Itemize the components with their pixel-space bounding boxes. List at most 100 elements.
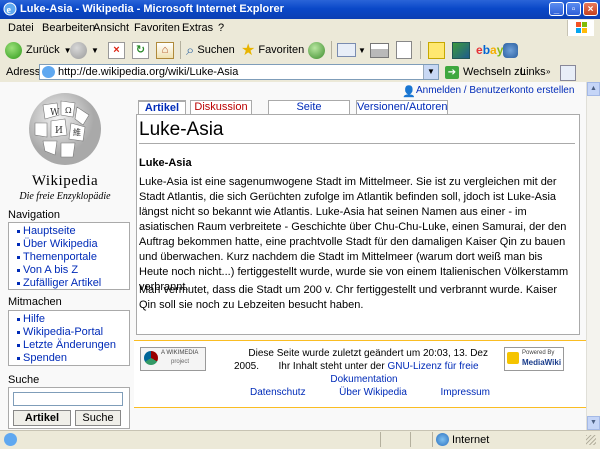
search-submit-button[interactable]: Suche	[75, 410, 121, 426]
address-dropdown-icon[interactable]: ▼	[423, 65, 438, 79]
windows-logo-icon	[567, 20, 594, 36]
history-button[interactable]	[308, 39, 325, 61]
nav-item-themenportale[interactable]: Themenportale	[17, 251, 129, 264]
nav-item-ueber-wikipedia[interactable]: Über Wikipedia	[17, 238, 129, 251]
nav-title: Navigation	[8, 209, 60, 221]
article-go-button[interactable]: Artikel	[13, 410, 71, 426]
home-button[interactable]: ⌂	[156, 39, 174, 61]
go-button[interactable]: ➔ Wechseln zu	[445, 64, 526, 80]
menu-ansicht[interactable]: Ansicht	[93, 22, 129, 34]
maximize-button[interactable]: ▫	[566, 2, 581, 16]
search-button[interactable]: ⌕ Suchen	[186, 39, 235, 61]
mail-button[interactable]: ▼	[337, 39, 366, 61]
menu-datei[interactable]: Datei	[8, 22, 34, 34]
user-icon: 👤	[402, 86, 416, 98]
resize-grip-icon[interactable]	[586, 435, 596, 445]
toolbar-separator	[180, 41, 181, 59]
refresh-button[interactable]: ↻	[132, 39, 149, 61]
messenger-icon	[452, 41, 470, 59]
messenger-button[interactable]	[452, 39, 470, 61]
search-title: Suche	[8, 374, 40, 386]
vertical-scrollbar[interactable]: ▲ ▼	[586, 82, 600, 430]
modified-line2: 2005.	[234, 361, 260, 372]
participate-item-spenden[interactable]: Spenden	[17, 352, 129, 365]
menu-help[interactable]: ?	[218, 22, 224, 34]
search-label: Suchen	[197, 44, 235, 56]
forward-dropdown-icon[interactable]: ▼	[91, 46, 99, 55]
nav-item-zufaelliger-artikel[interactable]: Zufälliger Artikel	[17, 277, 129, 290]
favorites-label: Favoriten	[258, 44, 305, 56]
print-button[interactable]	[370, 39, 389, 61]
toolbar-separator	[331, 41, 332, 59]
back-button[interactable]: Zurück ▼	[5, 39, 72, 61]
favorites-button[interactable]: ★ Favoriten	[241, 39, 304, 61]
status-separator	[432, 432, 433, 447]
window-title-bar[interactable]: e Luke-Asia - Wikipedia - Microsoft Inte…	[0, 0, 600, 19]
mediawiki-logo-icon	[507, 352, 519, 364]
article-paragraph-1: Luke-Asia ist eine sagenumwogene Stadt i…	[139, 176, 569, 293]
page-title: Luke-Asia	[139, 119, 575, 144]
wikimedia-badge[interactable]: A WIKIMEDIA project	[140, 347, 206, 371]
close-button[interactable]: ×	[583, 2, 598, 16]
wikipedia-logo[interactable]: W Ω И 維 Wikipedia Die freie Enzyklopädie	[13, 85, 117, 205]
wiki-search-input[interactable]	[13, 392, 123, 406]
toolbar: Zurück ▼ ▼ × ↻ ⌂ ⌕ Suchen ★ Favoriten ▼	[0, 37, 600, 64]
address-input[interactable]: http://de.wikipedia.org/wiki/Luke-Asia ▼	[39, 64, 439, 80]
nav-box: Hauptseite Über Wikipedia Themenportale …	[8, 222, 130, 290]
tab-seite-bearbeiten[interactable]: Seite bearbeiten	[268, 100, 350, 126]
menu-favoriten[interactable]: Favoriten	[134, 22, 180, 34]
wikimedia-badge-line1: A WIKIMEDIA	[161, 350, 199, 356]
tab-versionen[interactable]: Versionen/Autoren	[356, 100, 448, 114]
minimize-button[interactable]: _	[549, 2, 564, 16]
scroll-up-arrow-icon[interactable]: ▲	[587, 82, 600, 96]
footer-link-datenschutz[interactable]: Datenschutz	[250, 387, 306, 398]
document-icon	[396, 41, 412, 59]
menu-extras[interactable]: Extras	[182, 22, 213, 34]
tools-icon[interactable]	[560, 65, 576, 81]
home-icon: ⌂	[156, 41, 174, 59]
svg-text:維: 維	[73, 127, 81, 137]
search-box: Artikel Suche	[8, 387, 130, 429]
content-area: Luke-Asia Luke-Asia Luke-Asia ist eine s…	[136, 114, 580, 335]
mediawiki-badge-line1: Powered By	[522, 350, 555, 356]
ie-icon: e	[3, 2, 17, 16]
login-link[interactable]: Anmelden / Benutzerkonto erstellen	[416, 85, 574, 96]
plugin-button[interactable]	[503, 39, 518, 61]
links-label[interactable]: Links	[520, 66, 546, 78]
logo-title: Wikipedia	[31, 173, 99, 189]
notes-button[interactable]	[428, 39, 445, 61]
stop-icon: ×	[108, 41, 125, 59]
scroll-down-arrow-icon[interactable]: ▼	[587, 416, 600, 430]
ebay-icon: ebay	[476, 43, 504, 57]
stop-button[interactable]: ×	[108, 39, 125, 61]
participate-item-hilfe[interactable]: Hilfe	[17, 313, 129, 326]
license-link-2[interactable]: Dokumentation	[330, 374, 397, 385]
participate-box: Hilfe Wikipedia-Portal Letzte Änderungen…	[8, 310, 130, 366]
license-link[interactable]: GNU-Lizenz für freie	[387, 361, 478, 372]
tab-diskussion[interactable]: Diskussion	[190, 100, 252, 114]
mail-icon	[337, 43, 356, 57]
mediawiki-badge[interactable]: Powered By MediaWiki	[504, 347, 564, 371]
footer-link-impressum[interactable]: Impressum	[441, 387, 490, 398]
history-icon	[308, 41, 325, 59]
toolbar-separator	[420, 41, 421, 59]
footer-link-ueber-wikipedia[interactable]: Über Wikipedia	[339, 387, 407, 398]
links-chevron-icon[interactable]: »	[546, 67, 550, 76]
nav-item-von-a-bis-z[interactable]: Von A bis Z	[17, 264, 129, 277]
participate-item-portal[interactable]: Wikipedia-Portal	[17, 326, 129, 339]
nav-item-hauptseite[interactable]: Hauptseite	[17, 225, 129, 238]
edit-button[interactable]	[396, 39, 412, 61]
license-prefix: Ihr Inhalt steht unter der	[278, 361, 385, 372]
menu-bearbeiten[interactable]: Bearbeiten	[42, 22, 95, 34]
ebay-button[interactable]: ebay	[476, 39, 503, 61]
internet-zone-icon	[436, 433, 449, 446]
svg-text:W: W	[50, 108, 60, 118]
mail-dropdown-icon[interactable]: ▼	[358, 46, 366, 55]
refresh-icon: ↻	[132, 41, 149, 59]
tab-artikel[interactable]: Artikel	[138, 100, 186, 115]
wikipedia-globe-icon: W Ω И 維	[29, 93, 101, 165]
forward-button[interactable]: ▼	[70, 39, 99, 61]
participate-title: Mitmachen	[8, 296, 62, 308]
participate-item-recent-changes[interactable]: Letzte Änderungen	[17, 339, 129, 352]
page-status-icon	[4, 433, 17, 446]
